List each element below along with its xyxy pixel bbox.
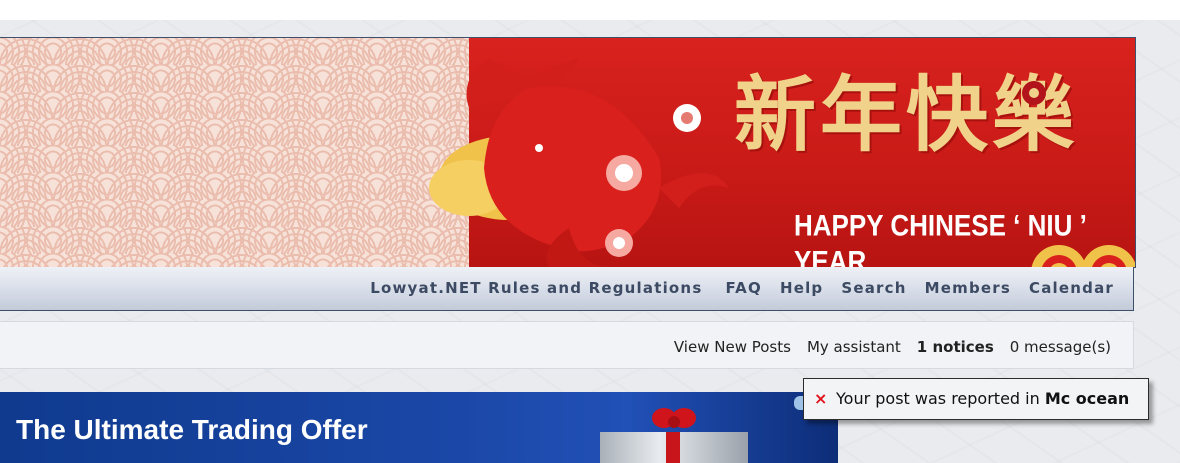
nav-rules-link[interactable]: Lowyat.NET Rules and Regulations — [361, 279, 716, 297]
user-links: View New Posts My assistant 1 notices 0 … — [666, 338, 1119, 356]
ox-illustration-icon — [429, 58, 729, 267]
nav-search-link[interactable]: Search — [832, 279, 915, 297]
close-icon[interactable]: × — [814, 389, 827, 408]
notification-forum-link[interactable]: Mc ocean — [1045, 389, 1130, 408]
advertisement-banner[interactable]: The Ultimate Trading Offer — [0, 392, 838, 463]
ad-title: The Ultimate Trading Offer — [16, 414, 368, 445]
view-new-posts-link[interactable]: View New Posts — [666, 338, 799, 356]
gift-ribbon — [666, 432, 680, 463]
notification-message: Your post was reported in Mc ocean — [836, 389, 1129, 408]
nav-faq-link[interactable]: FAQ — [716, 279, 771, 297]
nav-members-link[interactable]: Members — [916, 279, 1020, 297]
messages-link[interactable]: 0 message(s) — [1002, 338, 1119, 356]
nav-calendar-link[interactable]: Calendar — [1020, 279, 1123, 297]
nav-links: Lowyat.NET Rules and Regulations FAQ Hel… — [361, 279, 1123, 297]
user-subbar: View New Posts My assistant 1 notices 0 … — [0, 321, 1134, 369]
cloud-wave-icon — [1031, 245, 1135, 267]
notification-text: Your post was reported in — [836, 389, 1045, 408]
top-bar — [0, 0, 1180, 21]
report-notification[interactable]: × Your post was reported in Mc ocean — [803, 378, 1149, 420]
flower-icon — [1022, 81, 1046, 105]
forum-banner[interactable]: 新年快樂 HAPPY CHINESE ‘ NIU ’ YEAR — [0, 37, 1136, 268]
gift-bow-icon — [652, 408, 696, 428]
my-assistant-link[interactable]: My assistant — [799, 338, 909, 356]
notices-link[interactable]: 1 notices — [909, 338, 1002, 356]
main-navigation: Lowyat.NET Rules and Regulations FAQ Hel… — [0, 267, 1134, 311]
nav-help-link[interactable]: Help — [771, 279, 832, 297]
